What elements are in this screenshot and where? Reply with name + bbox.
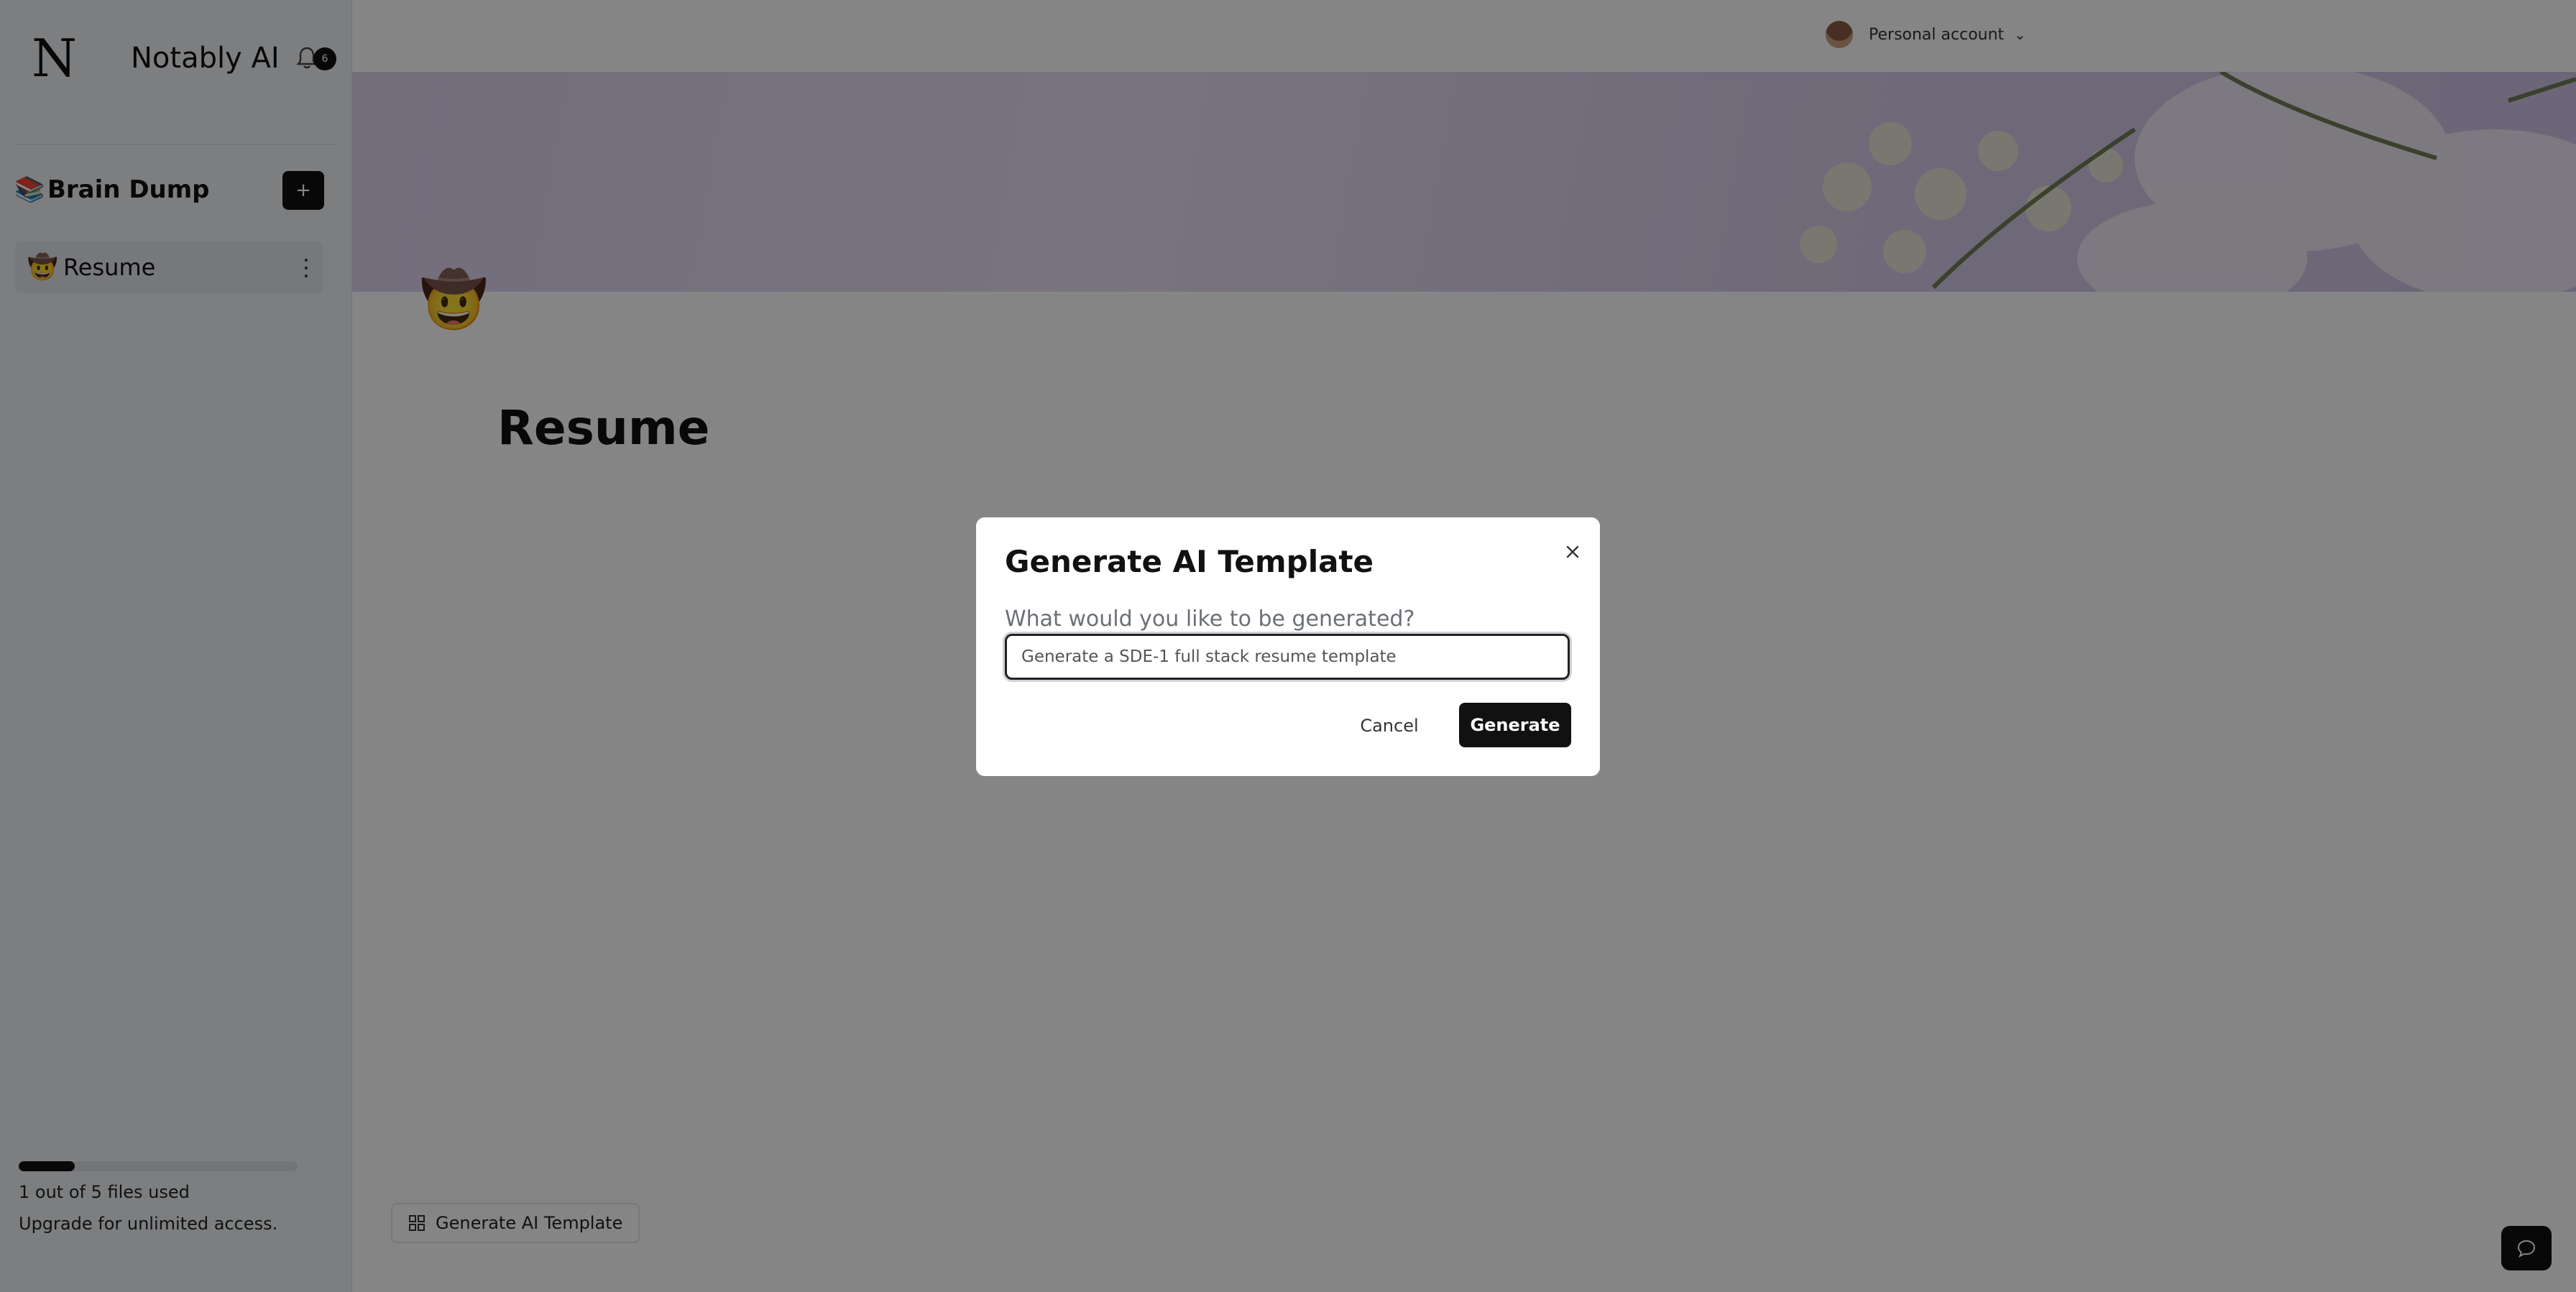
close-button[interactable] [1558,537,1587,566]
close-icon [1566,545,1579,558]
prompt-input[interactable] [1005,634,1570,680]
dialog-title: Generate AI Template [1005,544,1374,579]
cancel-button[interactable]: Cancel [1343,704,1436,747]
prompt-label: What would you like to be generated? [1005,606,1415,632]
generate-button[interactable]: Generate [1459,703,1571,747]
generate-template-dialog: Generate AI Template What would you like… [976,517,1600,776]
